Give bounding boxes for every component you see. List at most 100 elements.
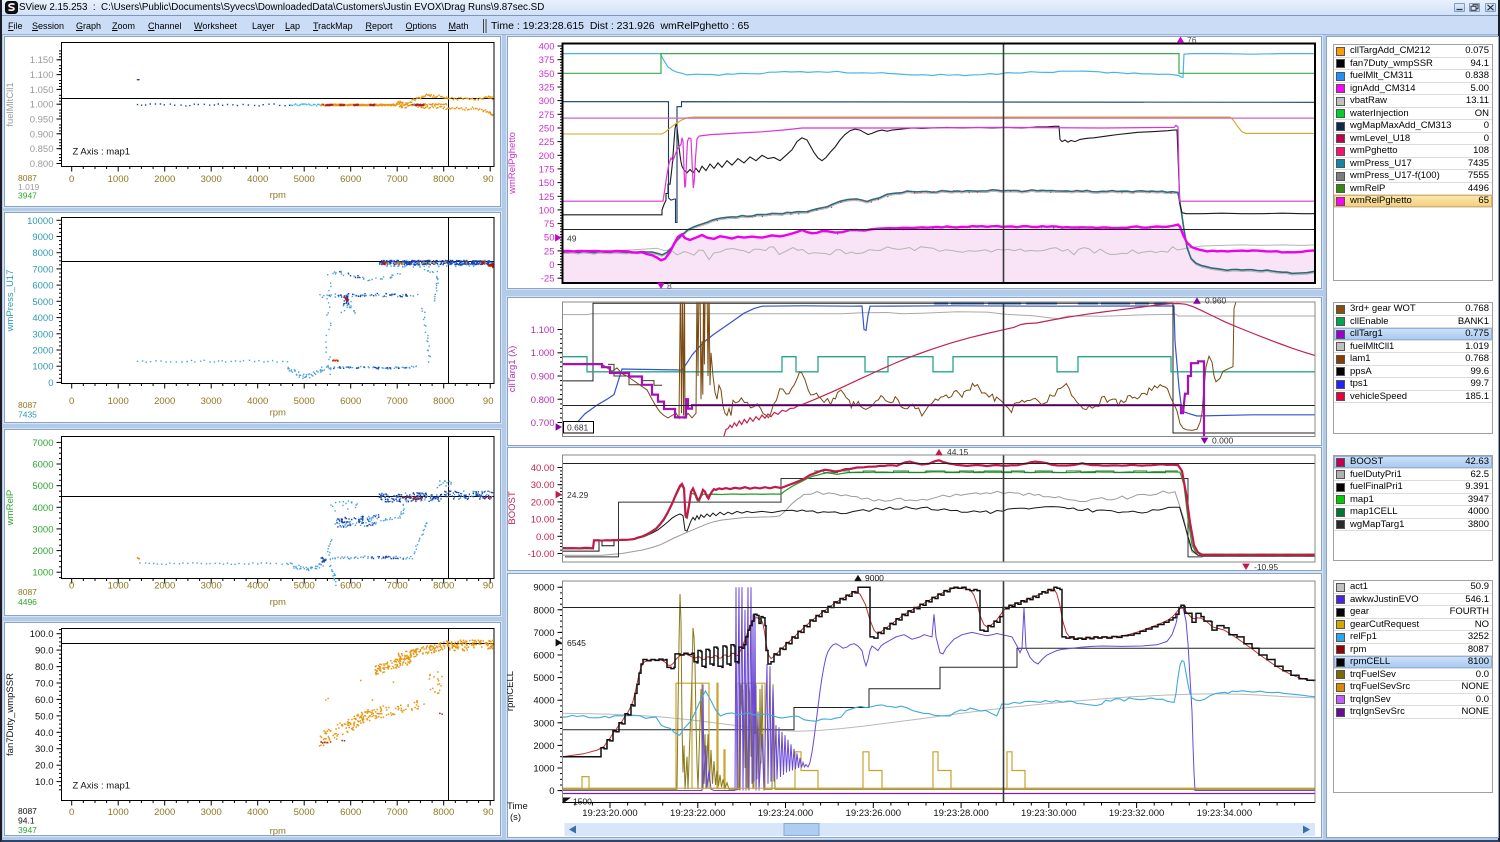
- svg-text:0.800: 0.800: [30, 159, 54, 170]
- svg-text:0: 0: [48, 378, 53, 389]
- svg-text:30.00: 30.00: [531, 480, 555, 491]
- svg-text:19:23:26.000: 19:23:26.000: [846, 808, 901, 819]
- svg-text:0.00: 0.00: [536, 532, 555, 543]
- svg-text:4000: 4000: [247, 174, 268, 185]
- svg-text:6000: 6000: [340, 581, 361, 592]
- svg-text:400: 400: [539, 42, 555, 53]
- svg-text:8000: 8000: [433, 174, 454, 185]
- svg-text:9000: 9000: [865, 573, 884, 583]
- svg-text:1000: 1000: [32, 362, 53, 373]
- svg-text:2000: 2000: [32, 546, 53, 557]
- svg-text:1.100: 1.100: [30, 70, 54, 81]
- svg-text:1000: 1000: [533, 764, 554, 775]
- svg-text:0: 0: [69, 581, 74, 592]
- svg-text:wmRelP: wmRelP: [5, 490, 16, 526]
- svg-text:BOOST: BOOST: [507, 491, 518, 524]
- svg-text:0.850: 0.850: [30, 144, 54, 155]
- svg-text:300: 300: [539, 96, 555, 107]
- svg-text:19:23:30.000: 19:23:30.000: [1021, 808, 1076, 819]
- svg-text:250: 250: [539, 124, 555, 135]
- svg-text:8087: 8087: [18, 400, 37, 410]
- svg-text:0.800: 0.800: [531, 395, 555, 406]
- svg-text:3000: 3000: [201, 396, 222, 407]
- svg-text:1.100: 1.100: [531, 325, 555, 336]
- svg-text:6000: 6000: [32, 460, 53, 471]
- svg-text:40.0: 40.0: [35, 728, 54, 739]
- svg-text:0: 0: [69, 396, 74, 407]
- svg-text:375: 375: [539, 55, 555, 66]
- svg-text:5000: 5000: [294, 396, 315, 407]
- svg-text:76: 76: [1187, 36, 1197, 45]
- svg-text:90: 90: [483, 807, 494, 818]
- svg-text:350: 350: [539, 69, 555, 80]
- svg-text:40.00: 40.00: [531, 463, 555, 474]
- svg-text:0: 0: [549, 786, 554, 797]
- svg-text:49: 49: [567, 233, 577, 243]
- svg-text:1000: 1000: [108, 807, 129, 818]
- svg-text:90: 90: [483, 581, 494, 592]
- svg-text:7000: 7000: [32, 438, 53, 449]
- svg-text:5000: 5000: [294, 581, 315, 592]
- svg-text:8087: 8087: [18, 806, 37, 816]
- svg-text:24.29: 24.29: [567, 490, 589, 500]
- svg-text:7000: 7000: [32, 264, 53, 275]
- svg-text:125: 125: [539, 192, 555, 203]
- svg-text:6000: 6000: [32, 281, 53, 292]
- svg-text:8000: 8000: [433, 396, 454, 407]
- svg-text:80.0: 80.0: [35, 662, 54, 673]
- svg-text:0: 0: [69, 174, 74, 185]
- svg-text:2000: 2000: [154, 807, 175, 818]
- svg-text:8000: 8000: [433, 581, 454, 592]
- svg-text:3000: 3000: [32, 524, 53, 535]
- svg-text:25: 25: [544, 246, 555, 257]
- svg-text:275: 275: [539, 110, 555, 121]
- svg-text:4000: 4000: [32, 503, 53, 514]
- svg-text:75: 75: [544, 219, 555, 230]
- svg-text:3947: 3947: [18, 825, 37, 835]
- svg-text:3000: 3000: [533, 718, 554, 729]
- svg-text:7000: 7000: [387, 581, 408, 592]
- svg-text:8087: 8087: [18, 587, 37, 597]
- svg-text:325: 325: [539, 83, 555, 94]
- svg-text:6000: 6000: [340, 396, 361, 407]
- svg-text:5000: 5000: [533, 673, 554, 684]
- svg-text:4000: 4000: [247, 581, 268, 592]
- svg-text:19:23:22.000: 19:23:22.000: [670, 808, 725, 819]
- svg-text:5000: 5000: [294, 174, 315, 185]
- svg-text:7000: 7000: [387, 174, 408, 185]
- svg-text:1500: 1500: [573, 797, 592, 807]
- svg-text:6000: 6000: [340, 807, 361, 818]
- svg-text:-10.00: -10.00: [528, 549, 555, 560]
- svg-text:-10.95: -10.95: [1254, 562, 1278, 571]
- svg-text:50.0: 50.0: [35, 711, 54, 722]
- svg-text:4000: 4000: [247, 807, 268, 818]
- svg-text:10.0: 10.0: [35, 777, 54, 788]
- svg-text:0.681: 0.681: [567, 423, 589, 433]
- svg-text:3000: 3000: [32, 329, 53, 340]
- svg-text:3000: 3000: [201, 581, 222, 592]
- svg-text:19:23:32.000: 19:23:32.000: [1109, 808, 1164, 819]
- svg-text:0.000: 0.000: [1212, 436, 1234, 446]
- svg-text:60.0: 60.0: [35, 695, 54, 706]
- svg-text:0: 0: [549, 260, 554, 271]
- svg-text:fuelMltCll1: fuelMltCll1: [5, 82, 16, 126]
- svg-text:8000: 8000: [533, 605, 554, 616]
- svg-text:wmRelPghetto: wmRelPghetto: [507, 132, 518, 195]
- svg-text:94.1: 94.1: [18, 816, 35, 826]
- svg-text:4000: 4000: [32, 313, 53, 324]
- svg-text:6000: 6000: [340, 174, 361, 185]
- svg-text:9000: 9000: [533, 583, 554, 594]
- svg-text:1000: 1000: [108, 396, 129, 407]
- svg-text:19:23:24.000: 19:23:24.000: [758, 808, 813, 819]
- svg-text:4000: 4000: [247, 396, 268, 407]
- svg-text:5000: 5000: [32, 481, 53, 492]
- svg-text:(s): (s): [510, 812, 521, 823]
- svg-text:8: 8: [667, 281, 672, 289]
- svg-text:cllTarg1 (λ): cllTarg1 (λ): [507, 346, 518, 392]
- svg-text:7435: 7435: [18, 410, 37, 420]
- svg-text:10.00: 10.00: [531, 515, 555, 526]
- svg-text:44.15: 44.15: [947, 447, 969, 457]
- svg-text:2000: 2000: [533, 741, 554, 752]
- svg-text:150: 150: [539, 178, 555, 189]
- svg-text:5000: 5000: [294, 807, 315, 818]
